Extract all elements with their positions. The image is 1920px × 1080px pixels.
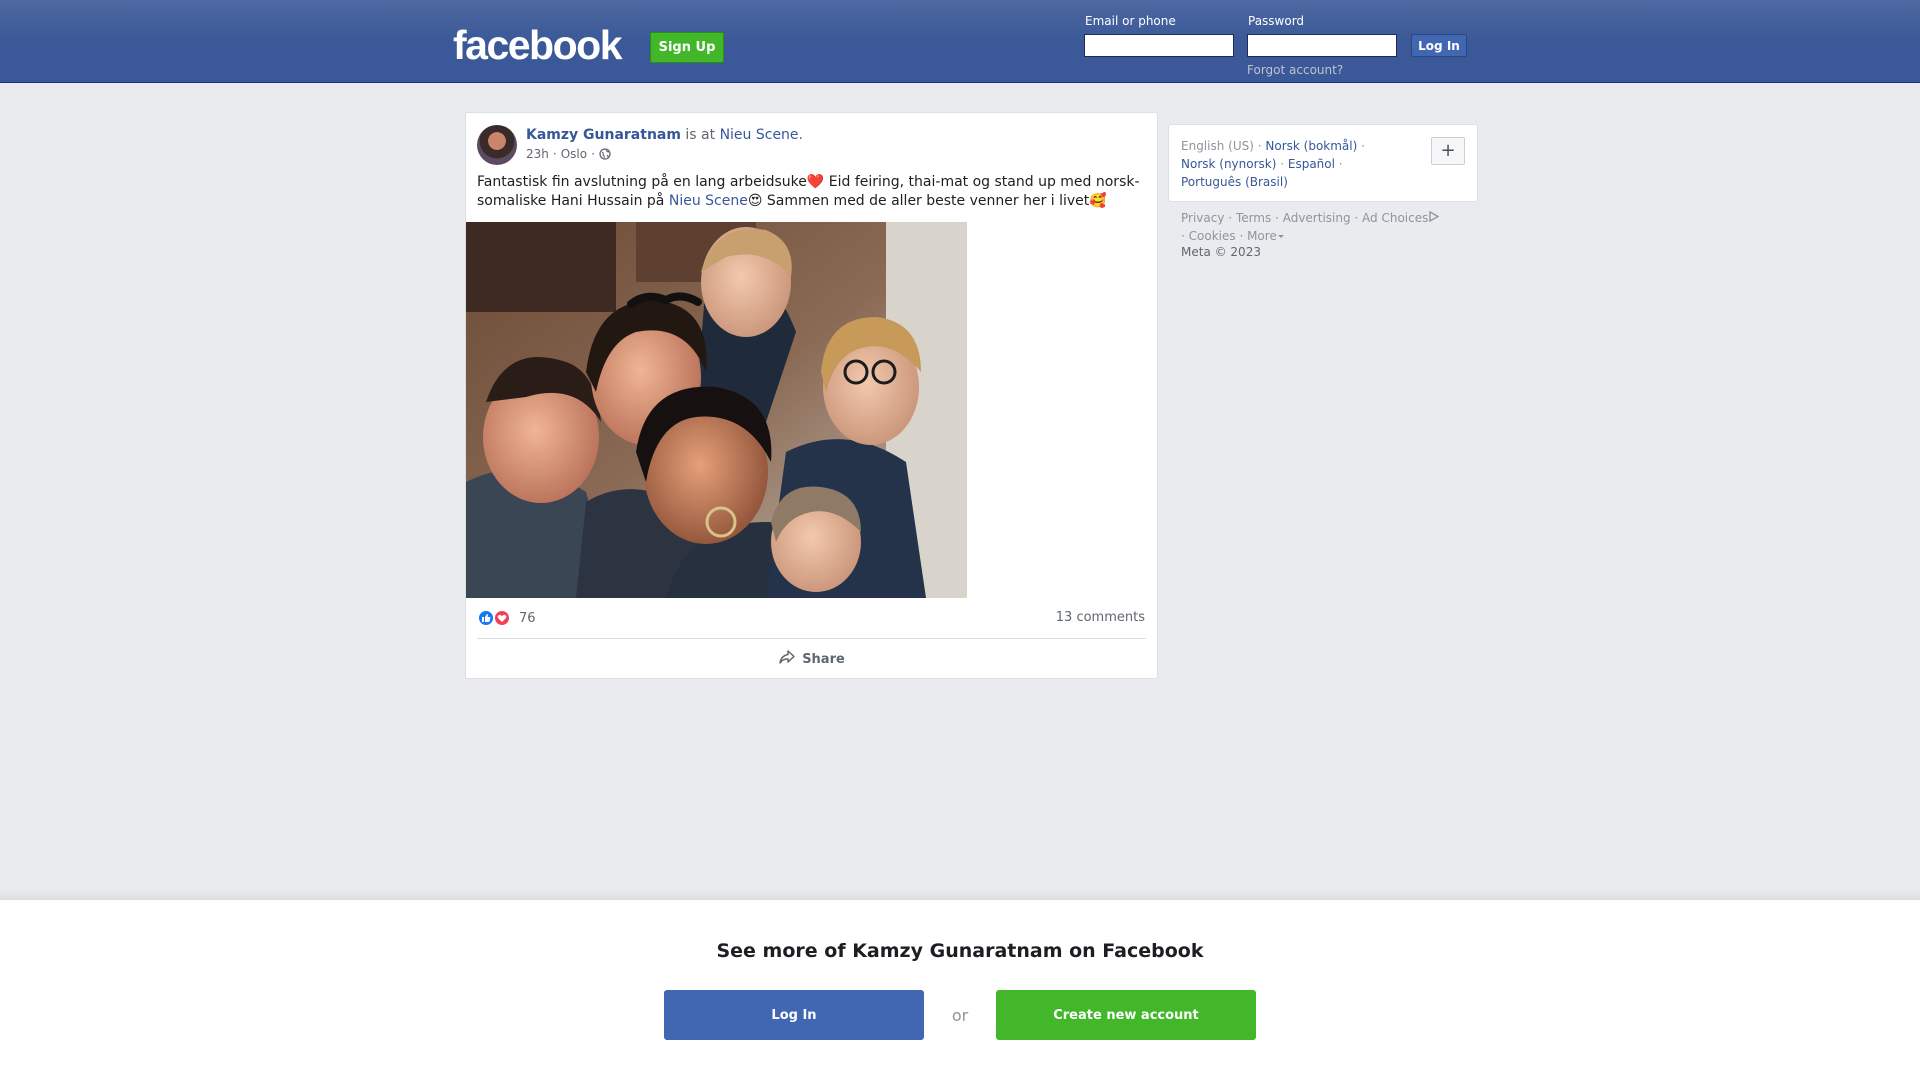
globe-icon[interactable] xyxy=(599,148,611,160)
post-card: Kamzy Gunaratnam is at Nieu Scene. 23h ·… xyxy=(465,112,1158,679)
language-link[interactable]: Norsk (nynorsk) xyxy=(1181,157,1276,171)
forgot-account-link[interactable]: Forgot account? xyxy=(1247,63,1343,77)
avatar[interactable] xyxy=(477,125,517,165)
create-account-button[interactable]: Create new account xyxy=(996,990,1256,1040)
footer-links: Privacy · Terms · Advertising · Ad Choic… xyxy=(1181,209,1481,245)
comments-count[interactable]: 13 comments xyxy=(1056,610,1145,625)
login-prompt-panel: See more of Kamzy Gunaratnam on Facebook… xyxy=(0,900,1920,1080)
meta-dot: · xyxy=(591,147,595,161)
group-selfie-image xyxy=(466,222,967,598)
separator: · xyxy=(1276,157,1288,171)
meta-dot: · xyxy=(552,147,557,161)
language-link[interactable]: Português (Brasil) xyxy=(1181,175,1288,189)
is-at-text: is at xyxy=(680,127,720,143)
login-prompt-title: See more of Kamzy Gunaratnam on Facebook xyxy=(716,940,1204,962)
post-time[interactable]: 23h xyxy=(526,147,549,161)
bottom-shadow xyxy=(0,890,1920,900)
current-language: English (US) xyxy=(1181,139,1254,153)
language-link[interactable]: Español xyxy=(1288,157,1335,171)
share-button[interactable]: Share xyxy=(477,643,1146,675)
facebook-logo[interactable]: facebook xyxy=(453,22,623,69)
password-label: Password xyxy=(1248,14,1305,28)
post-location[interactable]: Oslo xyxy=(561,147,587,161)
caret-down-icon xyxy=(1277,229,1285,243)
ad-choices-icon xyxy=(1428,210,1440,225)
post-meta: 23h · Oslo · xyxy=(526,147,611,161)
ad-choices-link[interactable]: Ad Choices xyxy=(1362,211,1428,225)
separator: · xyxy=(1357,139,1365,153)
separator: · xyxy=(1271,211,1283,225)
place-suffix: . xyxy=(798,127,803,143)
post-header: Kamzy Gunaratnam is at Nieu Scene. xyxy=(526,127,803,143)
more-link[interactable]: More xyxy=(1247,229,1277,243)
love-icon xyxy=(493,609,511,627)
terms-link[interactable]: Terms xyxy=(1236,211,1271,225)
advertising-link[interactable]: Advertising xyxy=(1283,211,1351,225)
share-label: Share xyxy=(802,651,845,667)
email-input[interactable] xyxy=(1084,34,1234,57)
share-icon xyxy=(778,649,796,669)
reaction-count: 76 xyxy=(519,610,536,626)
separator: · xyxy=(1334,157,1343,171)
separator: · xyxy=(1350,211,1363,225)
divider xyxy=(477,638,1146,639)
cookies-link[interactable]: Cookies xyxy=(1189,229,1236,243)
post-text: Fantastisk fin avslutning på en lang arb… xyxy=(477,173,1147,211)
top-bar: facebook Sign Up Email or phone Password… xyxy=(0,0,1920,83)
prompt-log-in-button[interactable]: Log In xyxy=(664,990,924,1040)
separator: · xyxy=(1181,229,1189,243)
more-languages-button[interactable]: + xyxy=(1431,137,1465,165)
or-label: or xyxy=(951,1005,969,1025)
language-link[interactable]: Norsk (bokmål) xyxy=(1265,139,1357,153)
place-link[interactable]: Nieu Scene xyxy=(720,127,799,143)
privacy-link[interactable]: Privacy xyxy=(1181,211,1224,225)
separator: · xyxy=(1224,211,1236,225)
password-input[interactable] xyxy=(1247,34,1397,57)
copyright: Meta © 2023 xyxy=(1181,245,1261,259)
sign-up-button[interactable]: Sign Up xyxy=(650,32,724,63)
log-in-button[interactable]: Log In xyxy=(1411,34,1467,57)
language-selector: English (US) · Norsk (bokmål) · Norsk (n… xyxy=(1168,124,1478,202)
email-label: Email or phone xyxy=(1085,14,1176,28)
author-name[interactable]: Kamzy Gunaratnam xyxy=(526,127,681,143)
post-photo[interactable] xyxy=(466,222,967,598)
separator: · xyxy=(1235,229,1248,243)
post-place-link[interactable]: Nieu Scene xyxy=(669,193,748,209)
separator: · xyxy=(1253,139,1266,153)
post-text-after: 😍 Sammen med de aller beste venner her i… xyxy=(747,193,1107,209)
reactions-summary[interactable]: 76 xyxy=(477,609,536,627)
